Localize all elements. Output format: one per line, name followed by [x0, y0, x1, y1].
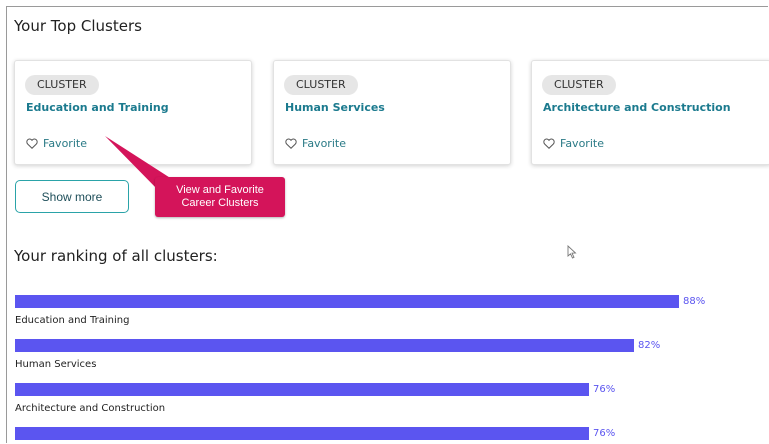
favorite-button[interactable]: Favorite — [26, 137, 87, 150]
ranking-percent: 76% — [593, 384, 616, 395]
cluster-name-link[interactable]: Architecture and Construction — [543, 101, 731, 114]
cluster-tag: CLUSTER — [25, 75, 99, 95]
ranking-percent: 82% — [638, 340, 661, 351]
favorite-label: Favorite — [302, 137, 346, 150]
heart-icon — [543, 138, 555, 149]
ranking-bar — [15, 383, 589, 396]
ranking-title: Your ranking of all clusters: — [14, 247, 218, 265]
callout-line-2: Career Clusters — [181, 197, 259, 209]
ranking-label: Architecture and Construction — [15, 403, 166, 414]
ranking-bar — [15, 339, 634, 352]
cluster-card-architecture[interactable]: CLUSTER Architecture and Construction Fa… — [531, 60, 769, 165]
callout-tooltip: View and Favorite Career Clusters — [155, 177, 285, 217]
favorite-label: Favorite — [43, 137, 87, 150]
favorite-label: Favorite — [560, 137, 604, 150]
ranking-bar — [15, 295, 679, 308]
mouse-pointer-icon — [567, 244, 577, 263]
cluster-tag: CLUSTER — [542, 75, 616, 95]
ranking-bar — [15, 427, 589, 440]
ranking-label: Education and Training — [15, 315, 130, 326]
ranking-percent: 76% — [593, 428, 616, 439]
cluster-name-link[interactable]: Human Services — [285, 101, 385, 114]
favorite-button[interactable]: Favorite — [285, 137, 346, 150]
cluster-card-education[interactable]: CLUSTER Education and Training Favorite — [14, 60, 252, 165]
top-clusters-title: Your Top Clusters — [14, 17, 142, 35]
favorite-button[interactable]: Favorite — [543, 137, 604, 150]
show-more-button[interactable]: Show more — [15, 180, 129, 213]
heart-icon — [285, 138, 297, 149]
callout-line-1: View and Favorite — [176, 184, 264, 196]
ranking-label: Human Services — [15, 359, 97, 370]
cluster-card-human-services[interactable]: CLUSTER Human Services Favorite — [273, 60, 511, 165]
cluster-tag: CLUSTER — [284, 75, 358, 95]
heart-icon — [26, 138, 38, 149]
ranking-percent: 88% — [683, 296, 706, 307]
cluster-name-link[interactable]: Education and Training — [26, 101, 169, 114]
